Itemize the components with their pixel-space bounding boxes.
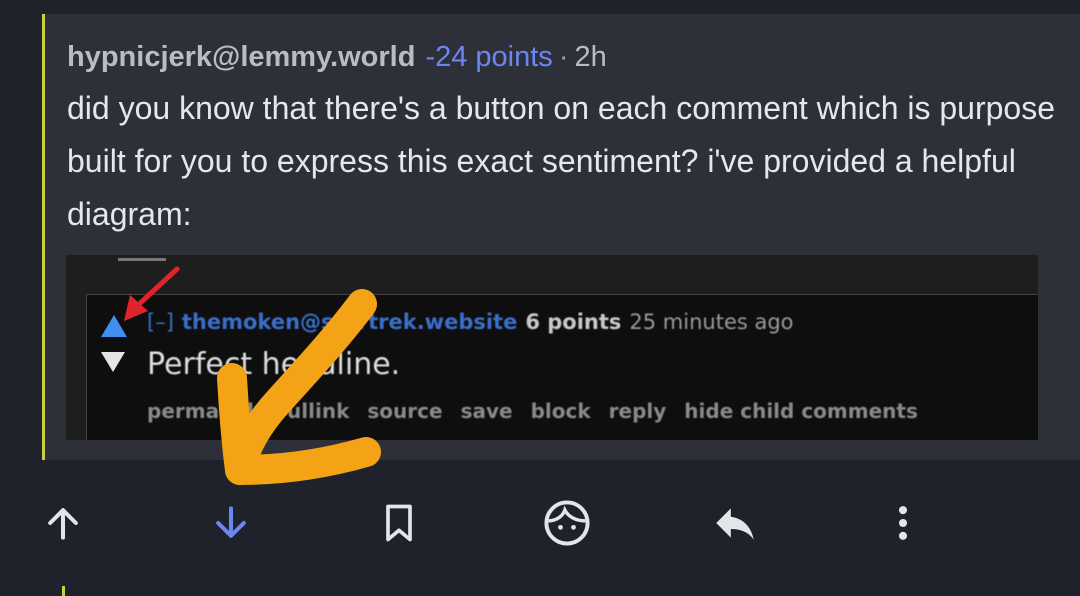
embedded-collapse-toggle: [–]: [147, 310, 174, 334]
embedded-screenshot[interactable]: [–] themoken@startrek.website 6 points 25 m…: [66, 255, 1038, 440]
meta-separator: ·: [558, 41, 569, 73]
comment-time: 2h: [574, 41, 607, 73]
embedded-link: hide child comments: [684, 399, 918, 423]
embedded-comment: [–] themoken@startrek.website 6 points 25 m…: [86, 266, 1038, 440]
upvote-icon: [48, 508, 78, 540]
upvote-button[interactable]: [23, 478, 103, 568]
comment-card: hypnicjerk@lemmy.world -24 points · 2h did …: [45, 14, 1080, 460]
more-vertical-icon: [898, 506, 908, 540]
comment-score: -24 points: [425, 41, 553, 73]
embedded-divider: [118, 258, 166, 261]
embedded-link: save: [460, 399, 513, 423]
reply-button[interactable]: [695, 478, 775, 568]
save-button[interactable]: [359, 478, 439, 568]
bookmark-icon: [386, 504, 412, 542]
comment-author[interactable]: hypnicjerk@lemmy.world: [67, 41, 415, 73]
embedded-link: source: [367, 399, 443, 423]
profile-button[interactable]: [527, 478, 607, 568]
comment-body: did you know that there's a button on ea…: [67, 90, 1056, 232]
embedded-link: block: [530, 399, 591, 423]
more-options-button[interactable]: [863, 478, 943, 568]
embedded-downvote-icon: [101, 352, 125, 372]
comment-action-bar: [0, 478, 1080, 568]
downvote-icon: [216, 506, 246, 538]
reply-icon: [716, 508, 754, 540]
comment-meta: hypnicjerk@lemmy.world -24 points · 2h: [67, 40, 607, 74]
embedded-link: permalink: [147, 399, 261, 423]
embedded-age: 25 minutes ago: [629, 310, 794, 334]
embedded-link: fullink: [278, 399, 350, 423]
embedded-comment-text: Perfect headline.: [147, 347, 401, 382]
face-icon: [544, 500, 590, 546]
embedded-username: themoken@startrek.website: [181, 310, 518, 334]
thread-indicator-line: [62, 586, 65, 596]
embedded-comment-header: [–] themoken@startrek.website 6 points 25 m…: [147, 310, 794, 334]
embedded-links: permalink fullink source save block reply hide…: [147, 399, 936, 423]
downvote-button[interactable]: [191, 478, 271, 568]
embedded-link: reply: [608, 399, 667, 423]
embedded-points: 6 points: [525, 310, 622, 334]
